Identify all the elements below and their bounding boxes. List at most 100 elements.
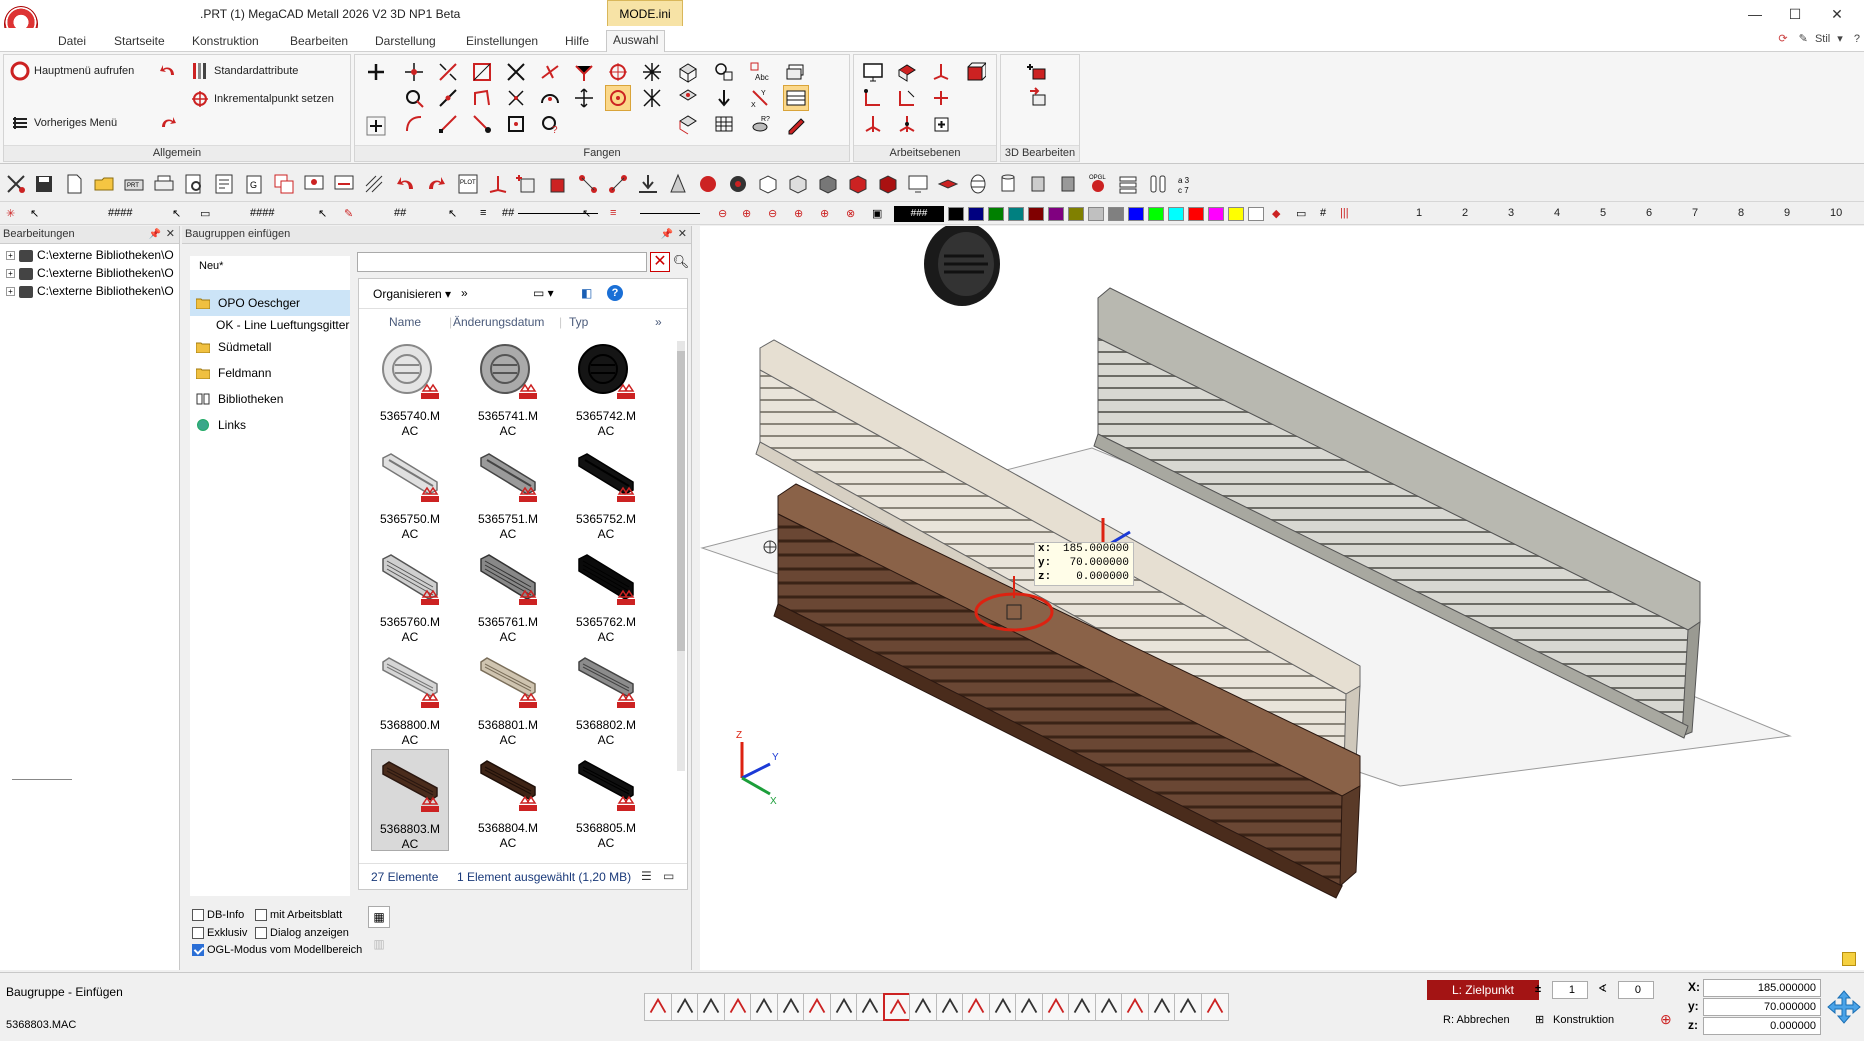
style-selector[interactable]: ⟳ ✎ Stil ▾ ? [1778,32,1860,45]
snap-x-icon[interactable] [503,85,529,111]
snap-nearest-icon[interactable] [469,111,495,137]
snap-arc-icon[interactable] [537,85,563,111]
mirror-red-icon[interactable] [776,993,805,1021]
slab-red-icon[interactable] [936,172,960,196]
help-icon[interactable]: ? [1854,33,1860,45]
radius-snap-icon[interactable]: R? [747,111,773,137]
angle-spinner[interactable]: 0 [1618,981,1654,999]
arrow-down-plane-icon[interactable] [636,172,660,196]
plane-3d-c-icon[interactable] [675,111,701,137]
file-item[interactable]: 5368805.M AC [567,749,645,851]
workplane-add-icon[interactable] [928,111,954,137]
pointer-d-icon[interactable]: ↖ [448,207,457,220]
snap-perpendicular-icon[interactable] [537,59,563,85]
inkrementalpunkt-button[interactable]: Inkrementalpunkt setzen [190,89,334,109]
layer-snap-icon[interactable] [783,59,809,85]
nav-item-ok-line[interactable]: OK - Line Lueftungsgitter [190,316,350,334]
snap-object-icon[interactable] [711,59,737,85]
align-icon[interactable] [829,993,858,1021]
opengl-icon[interactable]: OPGL [1086,172,1110,196]
color-swatch[interactable] [968,207,984,221]
zoom-prev-icon[interactable]: ⊖ [768,207,777,220]
file-item[interactable]: 5365742.M AC [567,337,645,439]
construction-plus-icon[interactable]: ⊞ [1535,1013,1544,1026]
standardattribute-button[interactable]: Standardattribute [190,61,298,81]
round-vent-part[interactable] [924,222,1000,306]
print-icon[interactable]: PRT [122,172,146,196]
rotate-icon[interactable] [909,993,937,1021]
color-swatch[interactable] [1028,207,1044,221]
pin-icon[interactable]: 📌 [149,226,161,243]
scale-number[interactable]: 2 [1462,207,1468,219]
nav-item-bibliotheken[interactable]: Bibliotheken [190,386,350,412]
file-item[interactable]: 5368804.M AC [469,749,547,851]
tab-konstruktion[interactable]: Konstruktion [186,32,265,52]
workplane-origin-icon[interactable] [860,111,886,137]
workplane-flip-icon[interactable] [928,85,954,111]
zoom-out-icon[interactable]: ⊖ [718,207,727,220]
organize-menu[interactable]: Organisieren ▾ [373,287,451,301]
nav-item-opo-oeschger[interactable]: OPO Oeschger [190,290,350,316]
rotate-c-icon[interactable] [962,993,990,1021]
checkbox[interactable] [255,927,267,939]
screen-small-icon[interactable]: ▭ [1296,207,1306,220]
expand-icon[interactable]: + [6,269,15,279]
units-icon[interactable]: a 3c 7 [1176,172,1200,196]
snap-cross-icon[interactable] [639,85,665,111]
stack-icon[interactable] [988,993,1017,1021]
scale-number[interactable]: 5 [1600,207,1606,219]
3d-edit-move-icon[interactable] [1025,85,1051,111]
linewidth-field[interactable]: ## [394,207,406,219]
cone-icon[interactable] [666,172,690,196]
tab-einstellungen[interactable]: Einstellungen [460,32,544,52]
snap-down-icon[interactable] [711,85,737,111]
viewport-corner-icon[interactable] [1842,952,1856,966]
view-options-icon[interactable]: ▭ ▾ [533,286,554,300]
minimize-button[interactable]: — [1740,4,1770,24]
snap-grid-table-icon[interactable] [711,111,737,137]
snap-intersection-icon[interactable] [503,59,529,85]
axis-view-icon[interactable] [486,172,510,196]
color-swatch[interactable] [1208,207,1224,221]
pointer-c-icon[interactable]: ↖ [318,207,327,220]
pin-icon[interactable]: 📌 [661,226,673,243]
color-swatch[interactable] [1188,207,1204,221]
arrow-updown-icon[interactable] [856,993,884,1021]
workplane-3pt-icon[interactable] [860,85,886,111]
scale-number[interactable]: 1 [1416,207,1422,219]
tab-startseite[interactable]: Startseite [108,32,171,52]
cylinder-grey-icon[interactable] [1026,172,1050,196]
3d-edit-add-icon[interactable] [1025,59,1051,85]
workplane-rotate-icon[interactable] [894,85,920,111]
explode-icon[interactable] [1147,993,1176,1021]
layers-icon[interactable] [1116,172,1140,196]
printer-icon[interactable] [152,172,176,196]
snap-polygon-icon[interactable] [469,85,495,111]
preview-icon[interactable] [182,172,206,196]
scale-number[interactable]: 6 [1646,207,1652,219]
snap-endpoint-icon[interactable] [435,59,461,85]
open-folder-icon[interactable] [92,172,116,196]
file-item[interactable]: 5368803.M AC [371,749,449,851]
plane-3d-icon[interactable] [675,59,701,85]
panel-close-icon[interactable]: ✕ [678,226,687,243]
more-columns-icon[interactable]: » [655,315,662,329]
nav-item-feldmann[interactable]: Feldmann [190,360,350,386]
file-item[interactable]: 5365740.M AC [371,337,449,439]
new-label[interactable]: Neu* [199,260,223,272]
snap-star-icon[interactable] [639,59,665,85]
tree-item[interactable]: + C:\externe Bibliotheken\O [0,246,179,264]
linestyle-field[interactable]: ## [502,207,514,219]
line-red-icon[interactable]: ≡ [610,207,616,219]
pointer-e-icon[interactable]: ↖ [582,207,591,220]
details-view-icon[interactable]: ☰ [641,869,652,883]
snap-curve-icon[interactable] [401,111,427,137]
file-item[interactable]: 5368801.M AC [469,646,547,748]
snap-circle-icon[interactable] [401,85,427,111]
red-star-icon[interactable]: ✳ [6,207,15,220]
move-red-icon[interactable] [803,993,831,1021]
color-swatch[interactable] [948,207,964,221]
snap-question-icon[interactable]: ? [537,111,563,137]
coord-z-field[interactable]: 0.000000 [1703,1017,1821,1035]
linetype-field-2[interactable]: #### [250,207,274,219]
